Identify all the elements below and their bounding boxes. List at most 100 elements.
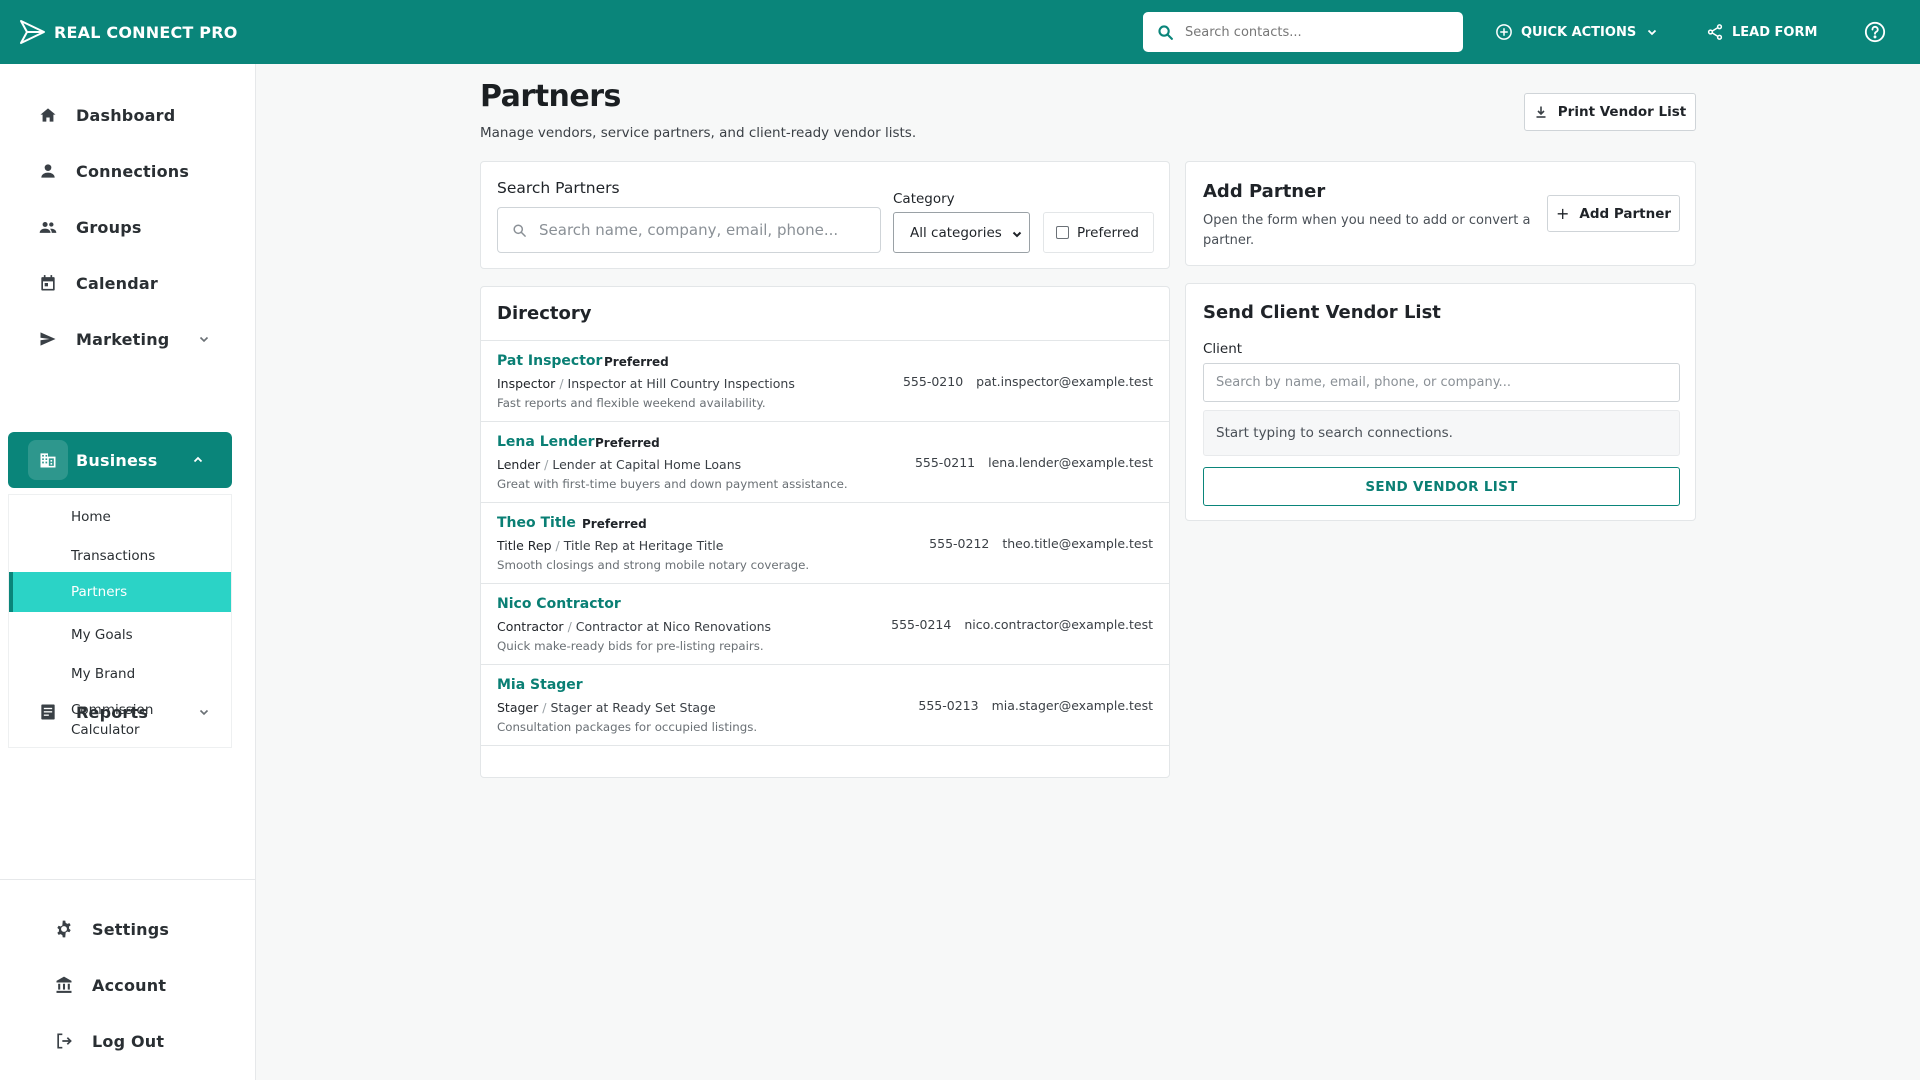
sidebar-item-logout[interactable]: Log Out bbox=[44, 1021, 164, 1061]
partner-email: nico.contractor@example.test bbox=[964, 617, 1153, 632]
add-partner-button[interactable]: + Add Partner bbox=[1547, 195, 1680, 232]
partner-contact: 555-0214 nico.contractor@example.test bbox=[891, 617, 1153, 632]
directory-row[interactable]: Lena Lender Preferred Lender / Lender at C… bbox=[481, 422, 1169, 503]
help-icon[interactable] bbox=[1864, 21, 1886, 43]
add-partner-button-label: Add Partner bbox=[1579, 205, 1672, 222]
partner-phone: 555-0211 bbox=[914, 455, 976, 470]
partner-note: Smooth closings and strong mobile notary… bbox=[497, 558, 810, 572]
partner-contact: 555-0210 pat.inspector@example.test bbox=[903, 374, 1153, 389]
partner-name[interactable]: Pat Inspector bbox=[497, 353, 602, 369]
partner-name[interactable]: Nico Contractor bbox=[497, 596, 621, 612]
sidebar-item-dashboard[interactable]: Dashboard bbox=[28, 95, 214, 135]
business-icon bbox=[28, 440, 68, 480]
preferred-badge: Preferred bbox=[604, 355, 669, 369]
search-partners-card: Search Partners Category All categories … bbox=[480, 161, 1170, 269]
partner-role: Lender / Lender at Capital Home Loans bbox=[497, 457, 741, 472]
preferred-label: Preferred bbox=[1077, 224, 1139, 241]
sidebar-item-business[interactable]: Business bbox=[8, 432, 232, 488]
quick-actions-button[interactable]: QUICK ACTIONS bbox=[1495, 22, 1658, 42]
partner-type: Contractor bbox=[497, 619, 564, 634]
print-vendor-list-button[interactable]: Print Vendor List bbox=[1524, 93, 1696, 131]
client-search-field[interactable] bbox=[1203, 363, 1680, 402]
send-vendor-list-button[interactable]: SEND VENDOR LIST bbox=[1203, 467, 1680, 506]
sidebar-item-settings[interactable]: Settings bbox=[44, 909, 169, 949]
partner-phone: 555-0213 bbox=[918, 698, 979, 713]
directory-row[interactable]: Theo Title Preferred Title Rep / Title Rep… bbox=[481, 503, 1169, 584]
partner-contact: 555-0212 theo.title@example.test bbox=[929, 536, 1153, 551]
sidebar-item-label: Marketing bbox=[76, 329, 170, 349]
sidebar-item-marketing[interactable]: Marketing bbox=[28, 319, 214, 359]
search-icon bbox=[1158, 24, 1173, 40]
logo-icon bbox=[20, 20, 45, 44]
search-partners-label: Search Partners bbox=[497, 179, 620, 197]
category-select-value: All categories bbox=[910, 224, 1002, 241]
sidebar-item-label: Account bbox=[92, 975, 167, 995]
directory-title: Directory bbox=[497, 303, 592, 324]
share-icon bbox=[1707, 24, 1723, 40]
sidebar-item-label: Connections bbox=[76, 161, 190, 181]
preferred-checkbox[interactable] bbox=[1056, 226, 1069, 239]
send-vendor-list-title: Send Client Vendor List bbox=[1203, 302, 1441, 323]
contact-search-input[interactable] bbox=[1185, 24, 1455, 40]
subnav-item-my-brand[interactable]: My Brand bbox=[9, 664, 231, 684]
separator: / bbox=[542, 700, 547, 715]
partner-search-input[interactable] bbox=[539, 221, 869, 239]
sidebar-item-label: Dashboard bbox=[76, 105, 176, 125]
person-icon bbox=[28, 151, 68, 191]
logout-icon bbox=[44, 1021, 84, 1061]
add-partner-title: Add Partner bbox=[1203, 181, 1326, 202]
partner-phone: 555-0214 bbox=[891, 617, 952, 632]
separator: / bbox=[544, 457, 549, 472]
subnav-item-partners[interactable]: Partners bbox=[9, 572, 231, 612]
sidebar-item-label: Business bbox=[76, 450, 158, 470]
partner-name[interactable]: Theo Title bbox=[497, 515, 576, 531]
directory-row[interactable]: Nico Contractor Contractor / Contractor at… bbox=[481, 584, 1169, 665]
add-partner-description: Open the form when you need to add or co… bbox=[1203, 213, 1531, 248]
chevron-down-icon bbox=[199, 709, 209, 716]
sidebar-item-label: Reports bbox=[76, 702, 149, 722]
sidebar: Dashboard Connections Groups Calendar Ma… bbox=[0, 64, 256, 1080]
sidebar-item-calendar[interactable]: Calendar bbox=[28, 263, 214, 303]
quick-actions-label: QUICK ACTIONS bbox=[1521, 24, 1637, 40]
add-partner-card: Add Partner Open the form when you need … bbox=[1185, 161, 1696, 266]
client-search-hint: Start typing to search connections. bbox=[1203, 410, 1680, 456]
page-subtitle: Manage vendors, service partners, and cl… bbox=[480, 125, 917, 141]
subnav-item-transactions[interactable]: Transactions bbox=[9, 546, 231, 566]
chevron-down-icon bbox=[1012, 231, 1022, 238]
separator: / bbox=[559, 376, 564, 391]
directory-row[interactable]: Pat Inspector Preferred Inspector / Inspec… bbox=[481, 341, 1169, 422]
client-search-input[interactable] bbox=[1216, 375, 1666, 390]
partner-name[interactable]: Lena Lender bbox=[497, 434, 595, 450]
directory-row[interactable]: Mia Stager Stager / Stager at Ready Set St… bbox=[481, 665, 1169, 746]
sidebar-item-groups[interactable]: Groups bbox=[28, 207, 214, 247]
partner-search-field[interactable] bbox=[497, 207, 881, 253]
sidebar-item-reports[interactable]: Reports bbox=[28, 692, 214, 732]
subnav-item-my-goals[interactable]: My Goals bbox=[9, 625, 231, 645]
sidebar-item-account[interactable]: Account bbox=[44, 965, 166, 1005]
partner-role: Title Rep / Title Rep at Heritage Title bbox=[497, 538, 723, 553]
chevron-up-icon bbox=[193, 456, 203, 463]
partner-phone: 555-0212 bbox=[929, 536, 990, 551]
partner-name[interactable]: Mia Stager bbox=[497, 677, 583, 693]
subnav-item-home[interactable]: Home bbox=[9, 507, 231, 527]
lead-form-button[interactable]: LEAD FORM bbox=[1706, 22, 1817, 42]
report-icon bbox=[28, 692, 68, 732]
top-bar: REAL CONNECT PRO QUICK ACTIONS LEAD FORM bbox=[0, 0, 1920, 64]
partner-type: Stager bbox=[497, 700, 539, 715]
brand[interactable]: REAL CONNECT PRO bbox=[19, 19, 238, 45]
partner-type: Inspector bbox=[497, 376, 556, 391]
separator: / bbox=[567, 619, 572, 634]
partner-company: Lender at Capital Home Loans bbox=[552, 457, 742, 472]
partner-role: Stager / Stager at Ready Set Stage bbox=[497, 700, 716, 715]
preferred-filter[interactable]: Preferred bbox=[1043, 212, 1154, 253]
partner-company: Contractor at Nico Renovations bbox=[575, 619, 772, 634]
category-select[interactable]: All categories bbox=[893, 212, 1030, 253]
client-label: Client bbox=[1203, 341, 1243, 357]
contact-search[interactable] bbox=[1143, 12, 1463, 52]
sidebar-item-connections[interactable]: Connections bbox=[28, 151, 214, 191]
sidebar-item-label: Log Out bbox=[92, 1031, 165, 1051]
category-label: Category bbox=[893, 191, 955, 207]
plus-circle-icon bbox=[1496, 24, 1512, 40]
partner-note: Fast reports and flexible weekend availa… bbox=[497, 396, 766, 410]
chevron-down-icon bbox=[1648, 29, 1657, 36]
